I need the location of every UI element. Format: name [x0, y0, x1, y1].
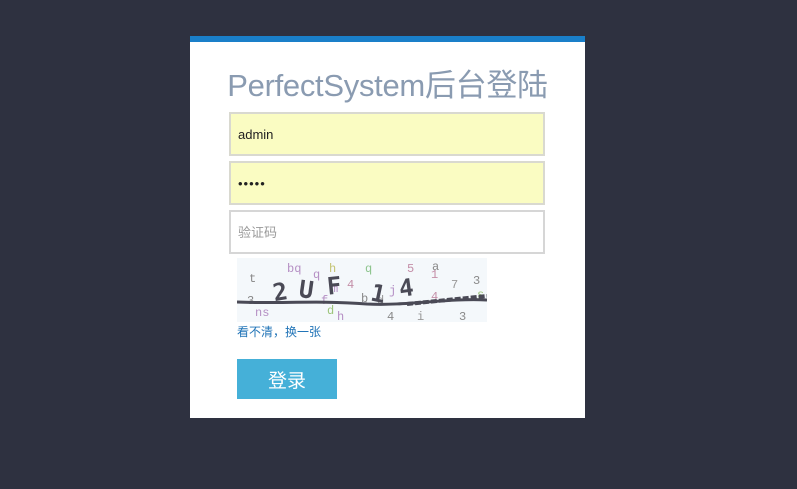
svg-text:j: j	[389, 284, 396, 298]
svg-text:ns: ns	[255, 306, 269, 320]
svg-text:1: 1	[431, 268, 438, 282]
svg-text:t: t	[249, 272, 256, 286]
captcha-image[interactable]: t bq q h q 5 a 1 7 3 s 3 ns f m 4 b d j …	[237, 258, 487, 322]
svg-text:q: q	[365, 262, 372, 276]
svg-text:4: 4	[387, 310, 394, 322]
password-input[interactable]	[229, 161, 545, 205]
svg-text:7: 7	[451, 278, 458, 292]
svg-text:4: 4	[347, 278, 354, 292]
svg-text:i: i	[417, 310, 424, 322]
svg-text:bq: bq	[287, 262, 301, 276]
svg-text:F: F	[326, 271, 343, 300]
svg-text:h: h	[337, 310, 344, 322]
captcha-graphic: t bq q h q 5 a 1 7 3 s 3 ns f m 4 b d j …	[237, 258, 487, 322]
svg-text:3: 3	[459, 310, 466, 322]
login-button[interactable]: 登录	[237, 359, 337, 399]
svg-text:d: d	[327, 304, 334, 318]
refresh-captcha-link[interactable]: 看不清，换一张	[237, 323, 321, 340]
username-input[interactable]	[229, 112, 545, 156]
login-card: PerfectSystem后台登陆 t bq q h q 5 a 1 7 3 s…	[190, 36, 585, 418]
svg-text:3: 3	[473, 274, 480, 288]
captcha-input[interactable]	[229, 210, 545, 254]
page-title: PerfectSystem后台登陆	[227, 68, 548, 103]
